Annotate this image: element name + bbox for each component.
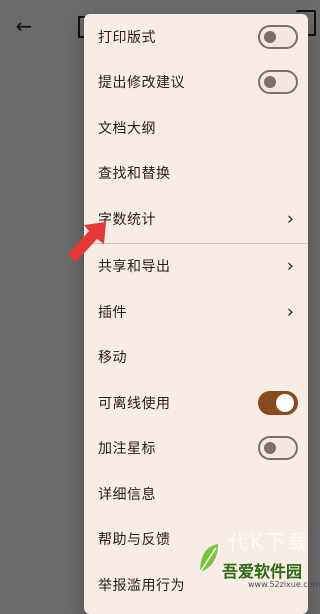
suggest-edits-toggle[interactable]: [258, 70, 298, 95]
toggle-knob: [276, 393, 294, 412]
menu-item-details[interactable]: 详细信息: [84, 471, 308, 517]
menu-item-star[interactable]: 加注星标: [84, 426, 308, 472]
menu-item-find-replace[interactable]: 查找和替换: [84, 151, 308, 197]
toggle-knob: [264, 76, 276, 89]
menu-item-addons[interactable]: 插件 ›: [84, 289, 308, 335]
print-layout-toggle[interactable]: [258, 24, 298, 49]
menu-item-label: 查找和替换: [98, 166, 171, 183]
menu-item-move[interactable]: 移动: [84, 335, 308, 381]
back-arrow-icon[interactable]: ←: [12, 14, 36, 38]
menu-item-label: 举报滥用行为: [98, 577, 185, 594]
chevron-right-icon: ›: [286, 208, 294, 230]
menu-item-label: 移动: [98, 350, 127, 367]
menu-item-suggest-edits[interactable]: 提出修改建议: [84, 60, 308, 106]
toggle-knob: [264, 442, 276, 455]
menu-item-label: 帮助与反馈: [98, 532, 171, 549]
menu-item-label: 可离线使用: [98, 395, 171, 412]
watermark-top-text: 代K下载: [228, 530, 310, 554]
menu-item-label: 加注星标: [98, 441, 156, 458]
chevron-right-icon: ›: [286, 255, 294, 277]
available-offline-toggle[interactable]: [258, 390, 298, 415]
menu-item-label: 插件: [98, 304, 127, 321]
star-toggle[interactable]: [258, 436, 298, 461]
menu-item-label: 打印版式: [98, 29, 156, 46]
chevron-right-icon: ›: [286, 301, 294, 323]
toggle-knob: [264, 30, 276, 43]
watermark-main-text: 吾爱软件园: [222, 562, 303, 581]
red-pointer-arrow-icon: [68, 222, 106, 262]
menu-item-label: 文档大纲: [98, 120, 156, 137]
menu-item-document-outline[interactable]: 文档大纲: [84, 105, 308, 151]
leaf-logo-icon: [199, 544, 218, 573]
menu-item-label: 详细信息: [98, 486, 156, 503]
watermark: 代K下载 吾爱软件园 www.52zixue.com: [192, 516, 320, 596]
watermark-url-text: www.52zixue.com: [248, 580, 320, 589]
menu-item-label: 提出修改建议: [98, 75, 185, 92]
menu-item-print-layout[interactable]: 打印版式: [84, 14, 308, 60]
menu-item-available-offline[interactable]: 可离线使用: [84, 380, 308, 426]
